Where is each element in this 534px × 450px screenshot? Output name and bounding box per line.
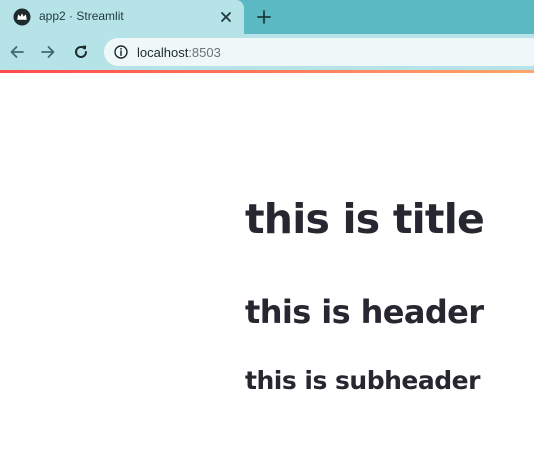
close-icon[interactable] [218, 9, 234, 25]
page-title: this is title [245, 195, 485, 243]
url-text: localhost:8503 [137, 45, 221, 60]
streamlit-favicon-icon [13, 8, 31, 26]
url-port: :8503 [188, 45, 221, 60]
page-subheader: this is subheader [245, 366, 480, 395]
app-view: this is title this is header this is sub… [0, 73, 534, 450]
browser-toolbar: localhost:8503 [0, 34, 534, 70]
tab-strip: app2 · Streamlit [0, 0, 534, 34]
plus-icon[interactable] [256, 9, 272, 25]
tab-title: app2 · Streamlit [39, 9, 124, 23]
browser-tab[interactable]: app2 · Streamlit [0, 0, 244, 34]
page-header: this is header [245, 293, 484, 331]
address-bar[interactable]: localhost:8503 [104, 38, 534, 66]
reload-icon[interactable] [72, 43, 90, 61]
info-icon[interactable] [114, 45, 128, 59]
arrow-left-icon[interactable] [8, 43, 26, 61]
arrow-right-icon[interactable] [39, 43, 57, 61]
url-host: localhost [137, 45, 189, 60]
